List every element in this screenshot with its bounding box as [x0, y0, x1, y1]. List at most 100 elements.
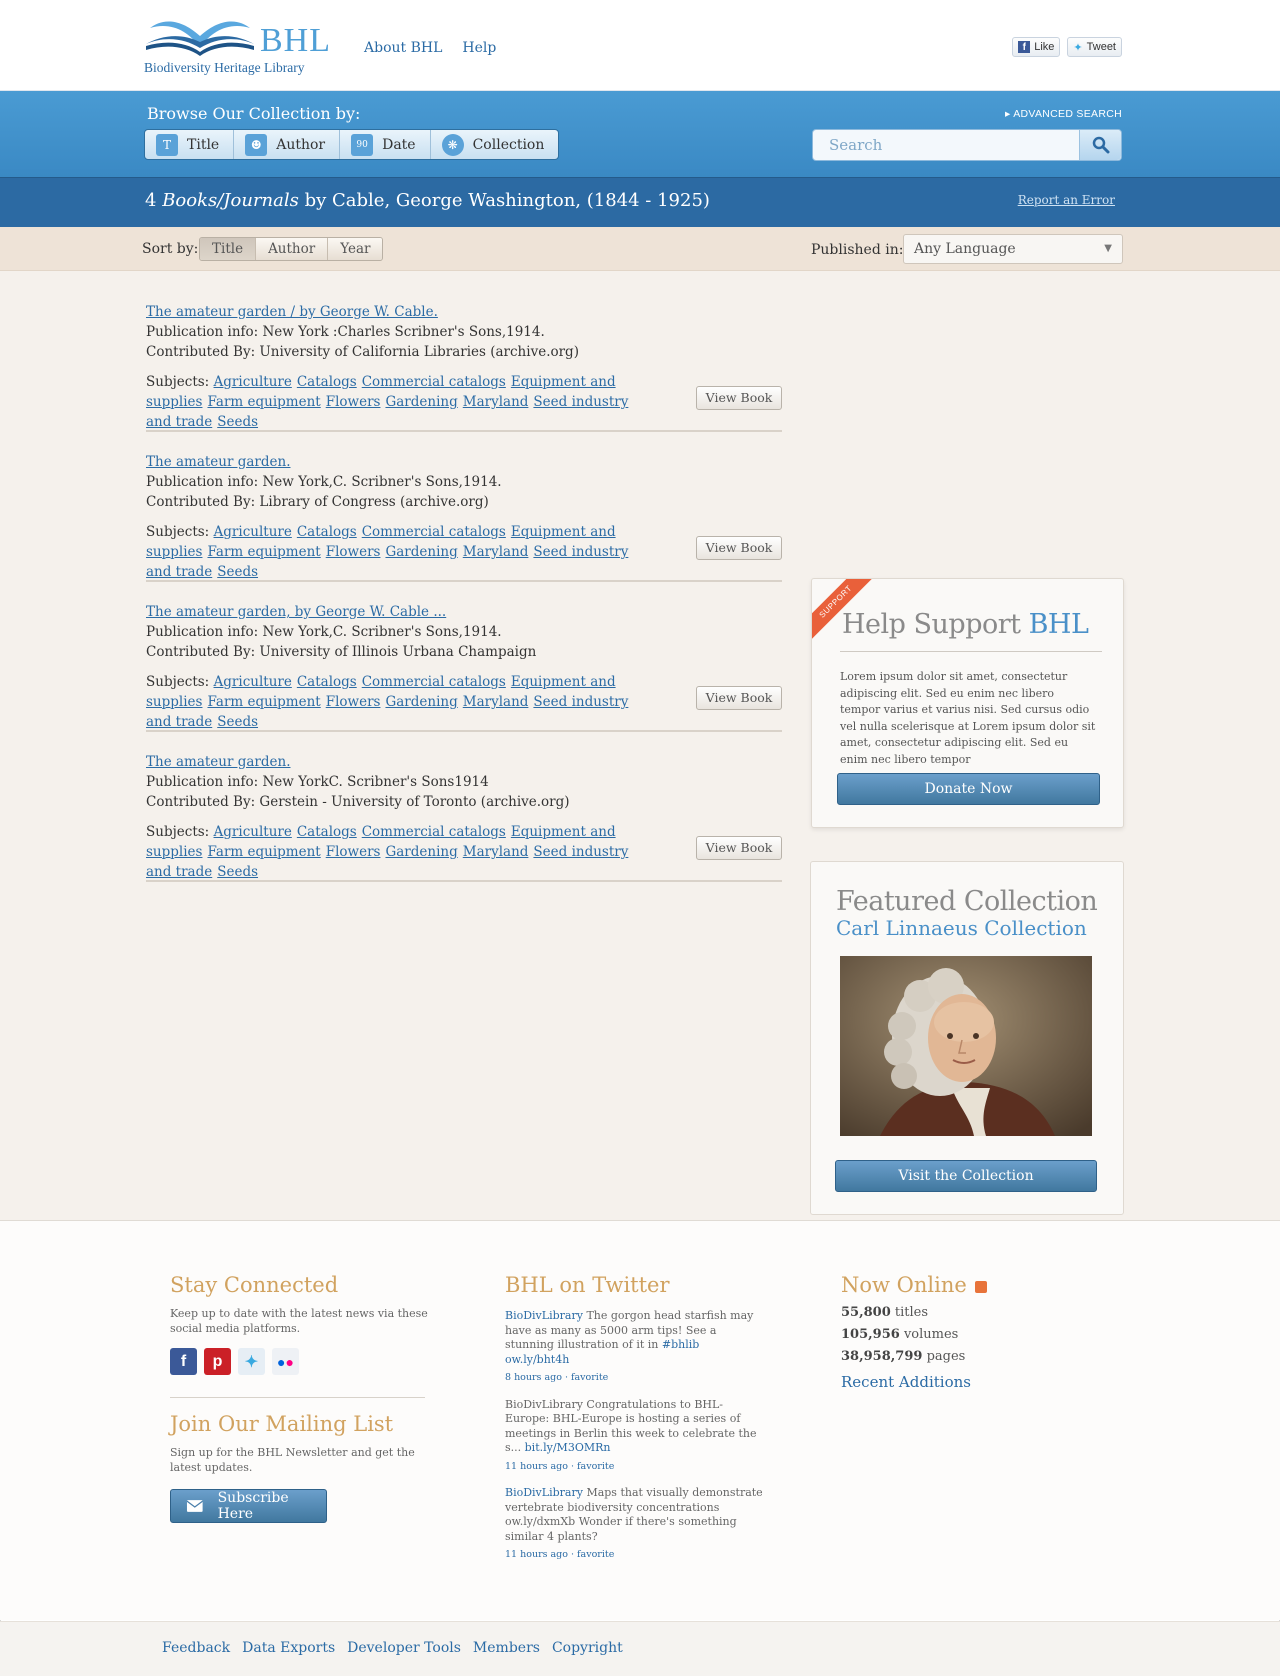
contributed-by: Contributed By: University of Illinois U… [146, 644, 537, 660]
browse-tab-label: Date [382, 136, 416, 153]
subject-link[interactable]: Agriculture [214, 374, 292, 390]
subject-link[interactable]: Flowers [326, 544, 381, 560]
recent-additions-link[interactable]: Recent Additions [841, 1373, 1101, 1391]
browse-tab-date[interactable]: 90 Date [340, 130, 431, 159]
sort-by-year[interactable]: Year [328, 238, 383, 260]
tweet-meta[interactable]: 8 hours ago · favorite [505, 1371, 765, 1386]
subject-link[interactable]: Agriculture [214, 524, 292, 540]
tweet-meta[interactable]: 11 hours ago · favorite [505, 1548, 765, 1563]
subject-link[interactable]: Seeds [217, 864, 258, 880]
view-book-button[interactable]: View Book [696, 386, 782, 410]
subject-link[interactable]: Farm equipment [207, 394, 320, 410]
linnaeus-portrait-image[interactable] [840, 956, 1092, 1136]
tweet-button[interactable]: ✦ Tweet [1067, 37, 1122, 57]
report-error-link[interactable]: Report an Error [1018, 193, 1115, 207]
subjects-label: Subjects: [146, 524, 210, 540]
tweet-meta[interactable]: 11 hours ago · favorite [505, 1460, 765, 1475]
top-nav: About BHL Help [364, 40, 496, 56]
subject-link[interactable]: Catalogs [297, 374, 357, 390]
subscribe-label: Subscribe Here [217, 1490, 289, 1522]
sort-by-title[interactable]: Title [200, 238, 257, 260]
visit-collection-button[interactable]: Visit the Collection [835, 1160, 1097, 1192]
subjects-label: Subjects: [146, 374, 210, 390]
subject-link[interactable]: Maryland [463, 694, 529, 710]
subject-link[interactable]: Seeds [217, 714, 258, 730]
tweet-user[interactable]: BioDivLibrary [505, 1486, 583, 1499]
divider [146, 580, 782, 582]
now-online-label: Now Online [841, 1273, 967, 1297]
browse-tab-author[interactable]: ☻ Author [234, 130, 341, 159]
footer-link-data-exports[interactable]: Data Exports [242, 1640, 335, 1656]
subject-link[interactable]: Catalogs [297, 674, 357, 690]
browse-tab-collection[interactable]: ❋ Collection [431, 130, 559, 159]
facebook-icon[interactable]: f [170, 1348, 197, 1375]
result-title-link[interactable]: The amateur garden. [146, 454, 782, 470]
search-button[interactable] [1079, 130, 1121, 160]
mailing-list: Join Our Mailing List Sign up for the BH… [170, 1412, 430, 1523]
language-value: Any Language [914, 241, 1016, 257]
subjects-label: Subjects: [146, 824, 210, 840]
result-title-link[interactable]: The amateur garden, by George W. Cable .… [146, 604, 782, 620]
donate-button[interactable]: Donate Now [837, 773, 1100, 805]
tweet-link[interactable]: bit.ly/M3OMRn [525, 1441, 611, 1454]
footer-link-members[interactable]: Members [473, 1640, 540, 1656]
result-item: The amateur garden. Publication info: New… [146, 754, 782, 882]
result-title-link[interactable]: The amateur garden / by George W. Cable. [146, 304, 782, 320]
nav-help[interactable]: Help [462, 40, 496, 56]
stat-unit: volumes [903, 1327, 959, 1342]
subscribe-button[interactable]: Subscribe Here [170, 1489, 327, 1523]
result-item: The amateur garden. Publication info: New… [146, 454, 782, 582]
tweet-link[interactable]: ow.ly/bht4h [505, 1353, 569, 1366]
twitter-icon[interactable]: ✦ [238, 1348, 265, 1375]
subject-link[interactable]: Maryland [463, 544, 529, 560]
subject-link[interactable]: Gardening [385, 694, 457, 710]
subject-link[interactable]: Maryland [463, 394, 529, 410]
subject-link[interactable]: Commercial catalogs [362, 674, 506, 690]
search-input[interactable]: Search [813, 130, 1079, 160]
subject-link[interactable]: Farm equipment [207, 844, 320, 860]
language-select[interactable]: Any Language ▼ [903, 234, 1123, 264]
subject-link[interactable]: Gardening [385, 394, 457, 410]
subject-link[interactable]: Agriculture [214, 674, 292, 690]
nav-about-bhl[interactable]: About BHL [364, 40, 442, 56]
flickr-icon[interactable]: ● ● [272, 1348, 299, 1375]
subject-link[interactable]: Commercial catalogs [362, 524, 506, 540]
featured-collection-name[interactable]: Carl Linnaeus Collection [836, 916, 1087, 940]
subject-link[interactable]: Farm equipment [207, 544, 320, 560]
browse-tab-title[interactable]: T Title [145, 130, 235, 159]
subject-link[interactable]: Commercial catalogs [362, 374, 506, 390]
subject-link[interactable]: Seeds [217, 414, 258, 430]
footer-link-copyright[interactable]: Copyright [552, 1640, 623, 1656]
pinterest-icon[interactable]: p [204, 1348, 231, 1375]
subject-link[interactable]: Flowers [326, 844, 381, 860]
divider [170, 1397, 425, 1398]
subject-link[interactable]: Farm equipment [207, 694, 320, 710]
rss-icon[interactable] [974, 1280, 987, 1293]
advanced-search-link[interactable]: ▸ ADVANCED SEARCH [1005, 108, 1122, 120]
result-title-link[interactable]: The amateur garden. [146, 754, 782, 770]
footer-link-developer-tools[interactable]: Developer Tools [347, 1640, 461, 1656]
subject-link[interactable]: Catalogs [297, 524, 357, 540]
view-book-button[interactable]: View Book [696, 536, 782, 560]
subject-link[interactable]: Commercial catalogs [362, 824, 506, 840]
tweet: BioDivLibrary Maps that visually demonst… [505, 1486, 765, 1563]
tweet-user[interactable]: BioDivLibrary [505, 1309, 583, 1322]
footer-link-feedback[interactable]: Feedback [162, 1640, 230, 1656]
stat-volumes: 105,956 volumes [841, 1327, 1101, 1342]
subject-link[interactable]: Maryland [463, 844, 529, 860]
subject-link[interactable]: Gardening [385, 844, 457, 860]
subject-link[interactable]: Agriculture [214, 824, 292, 840]
facebook-like-button[interactable]: f Like [1012, 37, 1061, 57]
subject-link[interactable]: Seeds [217, 564, 258, 580]
subject-link[interactable]: Gardening [385, 544, 457, 560]
sort-by-author[interactable]: Author [256, 238, 329, 260]
footer-links-bar: Feedback Data Exports Developer Tools Me… [0, 1621, 1280, 1676]
bhl-logo[interactable]: BHL Biodiversity Heritage Library [144, 14, 344, 78]
subject-link[interactable]: Flowers [326, 694, 381, 710]
view-book-button[interactable]: View Book [696, 686, 782, 710]
author-icon: ☻ [245, 133, 268, 156]
view-book-button[interactable]: View Book [696, 836, 782, 860]
subject-link[interactable]: Flowers [326, 394, 381, 410]
tweet-hashtag[interactable]: #bhlib [662, 1338, 699, 1351]
subject-link[interactable]: Catalogs [297, 824, 357, 840]
